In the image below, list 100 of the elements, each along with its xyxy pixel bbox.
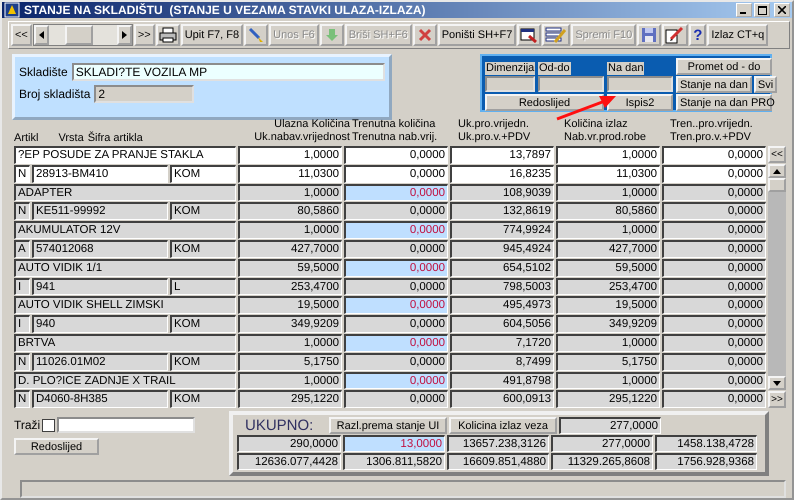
dimension-field[interactable] <box>485 76 535 92</box>
warehouse-field[interactable]: SKLADI?TE VOZILA MP <box>72 63 385 81</box>
table-cell: 13,7897 <box>450 146 554 164</box>
save-icon-button[interactable] <box>637 24 662 46</box>
table-cell: 295,1220 <box>556 390 660 408</box>
column-header: Količina izlaz <box>564 118 629 131</box>
total-cell: 1458.138,4728 <box>655 435 757 452</box>
table-cell: 0,0000 <box>344 202 448 220</box>
window-icon <box>520 27 538 43</box>
table-cell: 0,0000 <box>662 164 766 183</box>
table-cell: 1,0000 <box>238 146 342 164</box>
table-cell: 11,0300 <box>238 164 342 183</box>
column-header: Uk.pro.v.+PDV <box>458 131 532 144</box>
table-cell: 1,0000 <box>556 184 660 202</box>
table-cell: 11,0300 <box>556 164 660 183</box>
next-button[interactable] <box>116 25 132 45</box>
search-field[interactable] <box>57 417 196 434</box>
table-cell: 0,0000 <box>344 296 448 314</box>
table-cell: 654,5102 <box>450 258 554 277</box>
list-pencil-icon <box>545 26 568 44</box>
state-on-date-button[interactable]: Stanje na dan <box>676 76 752 93</box>
column-header: Artikl <box>14 132 38 144</box>
pencil-button[interactable] <box>662 24 688 46</box>
table-cell: 16,8235 <box>450 164 554 183</box>
unit-cell: KOM <box>170 390 236 408</box>
scrollbar[interactable] <box>768 164 786 390</box>
query-button[interactable]: Upit F7, F8 <box>180 24 244 46</box>
column-header: Tren..pro.vrijedn. <box>670 118 754 131</box>
cancel-button[interactable]: Poništi SH+F7 <box>438 24 516 46</box>
article-name-cell[interactable]: AUTO VIDIK 1/1 <box>14 258 236 277</box>
page-down-button[interactable]: >> <box>768 391 786 408</box>
type-cell: N <box>14 390 30 408</box>
total-cell: 277,0000 <box>551 435 653 452</box>
column-header: Šifra artikla <box>88 132 143 144</box>
table-cell: 349,9209 <box>238 315 342 333</box>
unit-cell: KOM <box>170 315 236 333</box>
help-button[interactable]: ? <box>689 24 706 46</box>
scrollbar-thumb[interactable] <box>768 178 786 192</box>
close-button[interactable] <box>774 3 790 17</box>
window-edit-button[interactable] <box>517 24 542 46</box>
page-up-button[interactable]: << <box>768 146 786 163</box>
table-cell: 349,9209 <box>556 315 660 333</box>
table-cell: 0,0000 <box>344 184 448 202</box>
table-cell: 1,0000 <box>238 334 342 352</box>
table-cell: 295,1220 <box>238 390 342 408</box>
all-button[interactable]: Svi <box>754 76 778 93</box>
table-cell: 1,0000 <box>556 372 660 390</box>
table-cell: 80,5860 <box>556 202 660 220</box>
minimize-button[interactable] <box>736 3 752 17</box>
table-cell: 253,4700 <box>238 278 342 296</box>
maximize-button[interactable] <box>754 3 770 17</box>
app-icon <box>4 2 20 18</box>
column-header: Vrsta <box>58 132 84 144</box>
list-edit-button[interactable] <box>542 24 570 46</box>
date-label: Na dan <box>607 62 644 75</box>
article-name-cell[interactable]: D. PLO?ICE ZADNJE X TRAIL <box>14 372 236 390</box>
exit-button[interactable]: Izlaz CT+q <box>707 24 768 46</box>
unit-cell: L <box>170 278 236 296</box>
article-code-cell: KE511-99992 <box>32 202 168 220</box>
total-cell: 12636.077,4428 <box>237 453 341 470</box>
turnover-button[interactable]: Promet od - do <box>676 58 772 75</box>
table-cell: 0,0000 <box>344 258 448 277</box>
range-field[interactable] <box>538 76 604 92</box>
difference-button[interactable]: Razl.prema stanje UI <box>329 417 447 434</box>
date-field[interactable] <box>607 76 673 92</box>
record-navigator[interactable] <box>32 24 133 46</box>
brush-button[interactable] <box>244 24 268 46</box>
order-button[interactable]: Redoslijed <box>485 94 604 111</box>
table-cell: 0,0000 <box>662 184 766 202</box>
table-cell: 0,0000 <box>662 334 766 352</box>
article-name-cell[interactable]: ADAPTER <box>14 184 236 202</box>
table-cell: 0,0000 <box>344 315 448 333</box>
table-cell: 1,0000 <box>556 221 660 239</box>
dimension-label: Dimenzija <box>485 62 536 75</box>
output-quantity-button[interactable]: Kolicina izlaz veza <box>449 417 557 434</box>
total-cell: 277,0000 <box>559 417 661 434</box>
article-name-cell[interactable]: BRTVA <box>14 334 236 352</box>
article-name-cell[interactable]: ?EP POSUDE ZA PRANJE STAKLA <box>14 146 236 164</box>
last-record-button[interactable]: >> <box>134 24 155 46</box>
cross-button[interactable] <box>412 24 437 46</box>
order-button[interactable]: Redoslijed <box>14 438 99 456</box>
type-cell: N <box>14 202 30 220</box>
table-cell: 0,0000 <box>662 240 766 258</box>
article-code-cell: 574012068 <box>32 240 168 258</box>
type-cell: I <box>14 315 30 333</box>
state-pro-button[interactable]: Stanje na dan PRO <box>676 94 772 111</box>
search-checkbox[interactable] <box>42 418 56 432</box>
article-name-cell[interactable]: AUTO VIDIK SHELL ZIMSKI <box>14 296 236 314</box>
first-record-button[interactable]: << <box>11 24 32 46</box>
article-name-cell[interactable]: AKUMULATOR 12V <box>14 221 236 239</box>
article-code-cell: 11026.01M02 <box>32 352 168 371</box>
search-label: Traži <box>14 418 40 432</box>
print2-button[interactable]: Ispis2 <box>607 94 673 111</box>
total-cell: 290,0000 <box>237 435 341 452</box>
warehouse-number-field[interactable]: 2 <box>94 85 194 103</box>
table-cell: 19,5000 <box>556 296 660 314</box>
previous-button[interactable] <box>34 25 49 45</box>
table-cell: 774,9924 <box>450 221 554 239</box>
table-cell: 80,5860 <box>238 202 342 220</box>
print-button[interactable] <box>156 24 180 46</box>
